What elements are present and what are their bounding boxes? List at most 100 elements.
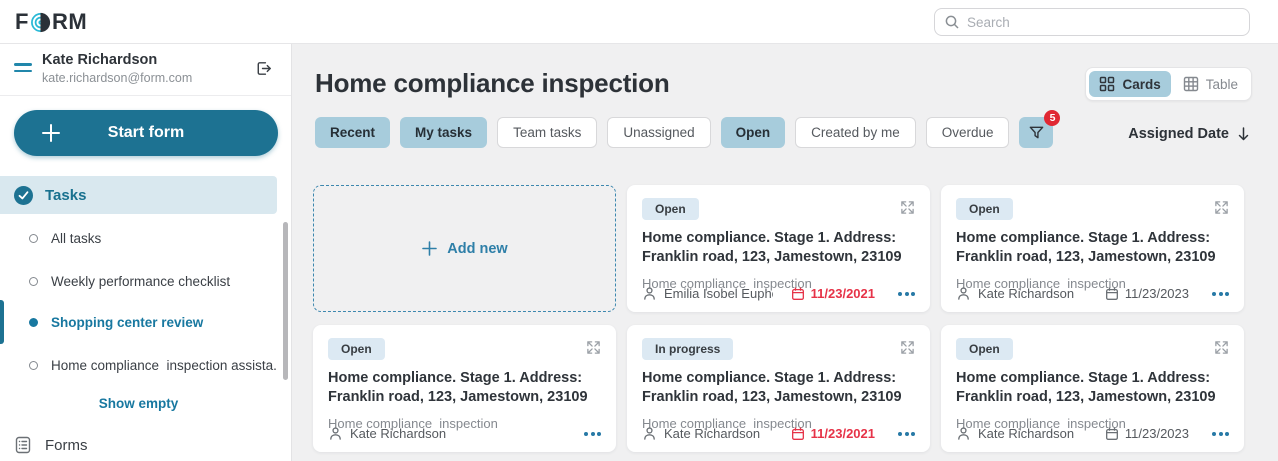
card-assignee: Emilia Isobel Euphemia Rei... xyxy=(664,286,773,301)
filter-chip-team-tasks[interactable]: Team tasks xyxy=(497,117,597,148)
table-icon xyxy=(1183,76,1199,92)
filter-chip-my-tasks[interactable]: My tasks xyxy=(400,117,487,148)
sidebar-item-tasks[interactable]: Tasks xyxy=(0,176,277,214)
sort-direction-down-icon xyxy=(1237,126,1250,142)
filters-button[interactable]: 5 xyxy=(1019,117,1053,148)
logo-text-f: F xyxy=(15,9,29,35)
calendar-icon xyxy=(1105,427,1119,441)
logout-icon[interactable] xyxy=(254,59,273,78)
filter-chips: Recent My tasks Team tasks Unassigned Op… xyxy=(315,117,1053,148)
sidebar-item-forms[interactable]: Forms xyxy=(14,436,88,454)
sidebar-item-weekly-performance-checklist[interactable]: Weekly performance checklist xyxy=(0,266,277,296)
sidebar-item-label: Home compliance inspection assista... xyxy=(51,358,277,373)
table-view-button[interactable]: Table xyxy=(1173,71,1248,97)
expand-icon[interactable] xyxy=(586,340,601,355)
due-date: 11/23/2023 xyxy=(1125,426,1189,441)
page-title: Home compliance inspection xyxy=(315,68,670,99)
due-date-group: 11/23/2021 xyxy=(791,286,875,301)
task-card[interactable]: Open Home compliance. Stage 1. Address: … xyxy=(941,185,1244,312)
bullet-icon xyxy=(29,361,38,370)
global-search[interactable] xyxy=(934,8,1250,36)
card-title: Home compliance. Stage 1. Address: Frank… xyxy=(642,229,915,268)
task-card[interactable]: Open Home compliance. Stage 1. Address: … xyxy=(313,325,616,452)
sidebar-item-all-tasks[interactable]: All tasks xyxy=(0,223,277,253)
show-empty-button[interactable]: Show empty xyxy=(0,396,277,411)
due-date: 11/23/2023 xyxy=(1125,286,1189,301)
forms-label: Forms xyxy=(45,437,88,454)
filter-chip-recent[interactable]: Recent xyxy=(315,117,390,148)
sort-control[interactable]: Assigned Date xyxy=(1128,126,1250,142)
expand-icon[interactable] xyxy=(1214,200,1229,215)
forms-icon xyxy=(14,436,32,454)
cards-grid: Add new Open Home compliance. Stage 1. A… xyxy=(313,185,1244,452)
card-menu-button[interactable] xyxy=(1212,292,1229,296)
status-badge: Open xyxy=(956,338,1013,360)
cards-grid-icon xyxy=(1099,76,1115,92)
card-assignee: Kate Richardson xyxy=(350,426,446,441)
bullet-icon xyxy=(29,318,38,327)
status-badge: Open xyxy=(956,198,1013,220)
expand-icon[interactable] xyxy=(1214,340,1229,355)
expand-icon[interactable] xyxy=(900,340,915,355)
card-title: Home compliance. Stage 1. Address: Frank… xyxy=(328,369,601,408)
sidebar-item-label: Weekly performance checklist xyxy=(51,274,230,289)
user-email: kate.richardson@form.com xyxy=(42,71,192,85)
task-card[interactable]: Open Home compliance. Stage 1. Address: … xyxy=(627,185,930,312)
card-assignee: Kate Richardson xyxy=(978,426,1074,441)
top-bar: F RM xyxy=(0,0,1278,44)
filter-chip-open[interactable]: Open xyxy=(721,117,786,148)
card-menu-button[interactable] xyxy=(898,432,915,436)
search-input[interactable] xyxy=(967,15,1240,30)
main-content: Home compliance inspection Cards Table xyxy=(293,44,1278,461)
status-badge: In progress xyxy=(642,338,733,360)
person-icon xyxy=(642,426,657,441)
status-badge: Open xyxy=(642,198,699,220)
bullet-icon xyxy=(29,234,38,243)
card-title: Home compliance. Stage 1. Address: Frank… xyxy=(642,369,915,408)
sidebar-scrollbar[interactable] xyxy=(283,222,288,380)
plus-icon xyxy=(40,122,62,144)
cards-view-button[interactable]: Cards xyxy=(1089,71,1170,97)
add-new-card[interactable]: Add new xyxy=(313,185,616,312)
user-profile: Kate Richardson kate.richardson@form.com xyxy=(0,44,291,96)
tasks-label: Tasks xyxy=(45,187,86,204)
card-title: Home compliance. Stage 1. Address: Frank… xyxy=(956,369,1229,408)
expand-icon[interactable] xyxy=(900,200,915,215)
table-label: Table xyxy=(1206,77,1238,92)
search-icon xyxy=(944,14,960,30)
filter-chip-created-by-me[interactable]: Created by me xyxy=(795,117,916,148)
card-menu-button[interactable] xyxy=(1212,432,1229,436)
due-date-group: 11/23/2023 xyxy=(1105,426,1189,441)
due-date: 11/23/2021 xyxy=(811,286,875,301)
tasks-check-icon xyxy=(14,186,33,205)
sort-label: Assigned Date xyxy=(1128,126,1229,142)
calendar-icon xyxy=(791,427,805,441)
person-icon xyxy=(642,286,657,301)
sidebar-item-home-compliance-inspection[interactable]: Home compliance inspection assista... xyxy=(0,350,277,380)
task-card[interactable]: Open Home compliance. Stage 1. Address: … xyxy=(941,325,1244,452)
card-menu-button[interactable] xyxy=(898,292,915,296)
add-new-label: Add new xyxy=(447,241,507,257)
person-icon xyxy=(956,286,971,301)
collapse-menu-icon[interactable] xyxy=(14,63,32,73)
sidebar-item-label: All tasks xyxy=(51,231,101,246)
funnel-icon xyxy=(1028,124,1045,141)
card-menu-button[interactable] xyxy=(584,432,601,436)
cards-label: Cards xyxy=(1122,77,1160,92)
form-logo: F RM xyxy=(15,9,87,35)
start-form-button[interactable]: Start form xyxy=(14,110,278,156)
calendar-icon xyxy=(791,287,805,301)
sidebar-item-shopping-center-review[interactable]: Shopping center review xyxy=(0,307,277,337)
due-date-group: 11/23/2023 xyxy=(1105,286,1189,301)
user-name: Kate Richardson xyxy=(42,52,157,68)
sidebar-item-label: Shopping center review xyxy=(51,315,203,330)
logo-o-icon xyxy=(30,12,51,33)
task-card[interactable]: In progress Home compliance. Stage 1. Ad… xyxy=(627,325,930,452)
bullet-icon xyxy=(29,277,38,286)
card-assignee: Kate Richardson xyxy=(978,286,1074,301)
sidebar: Kate Richardson kate.richardson@form.com… xyxy=(0,44,292,461)
person-icon xyxy=(328,426,343,441)
logo-text-rm: RM xyxy=(52,9,87,35)
filter-chip-unassigned[interactable]: Unassigned xyxy=(607,117,710,148)
filter-chip-overdue[interactable]: Overdue xyxy=(926,117,1010,148)
